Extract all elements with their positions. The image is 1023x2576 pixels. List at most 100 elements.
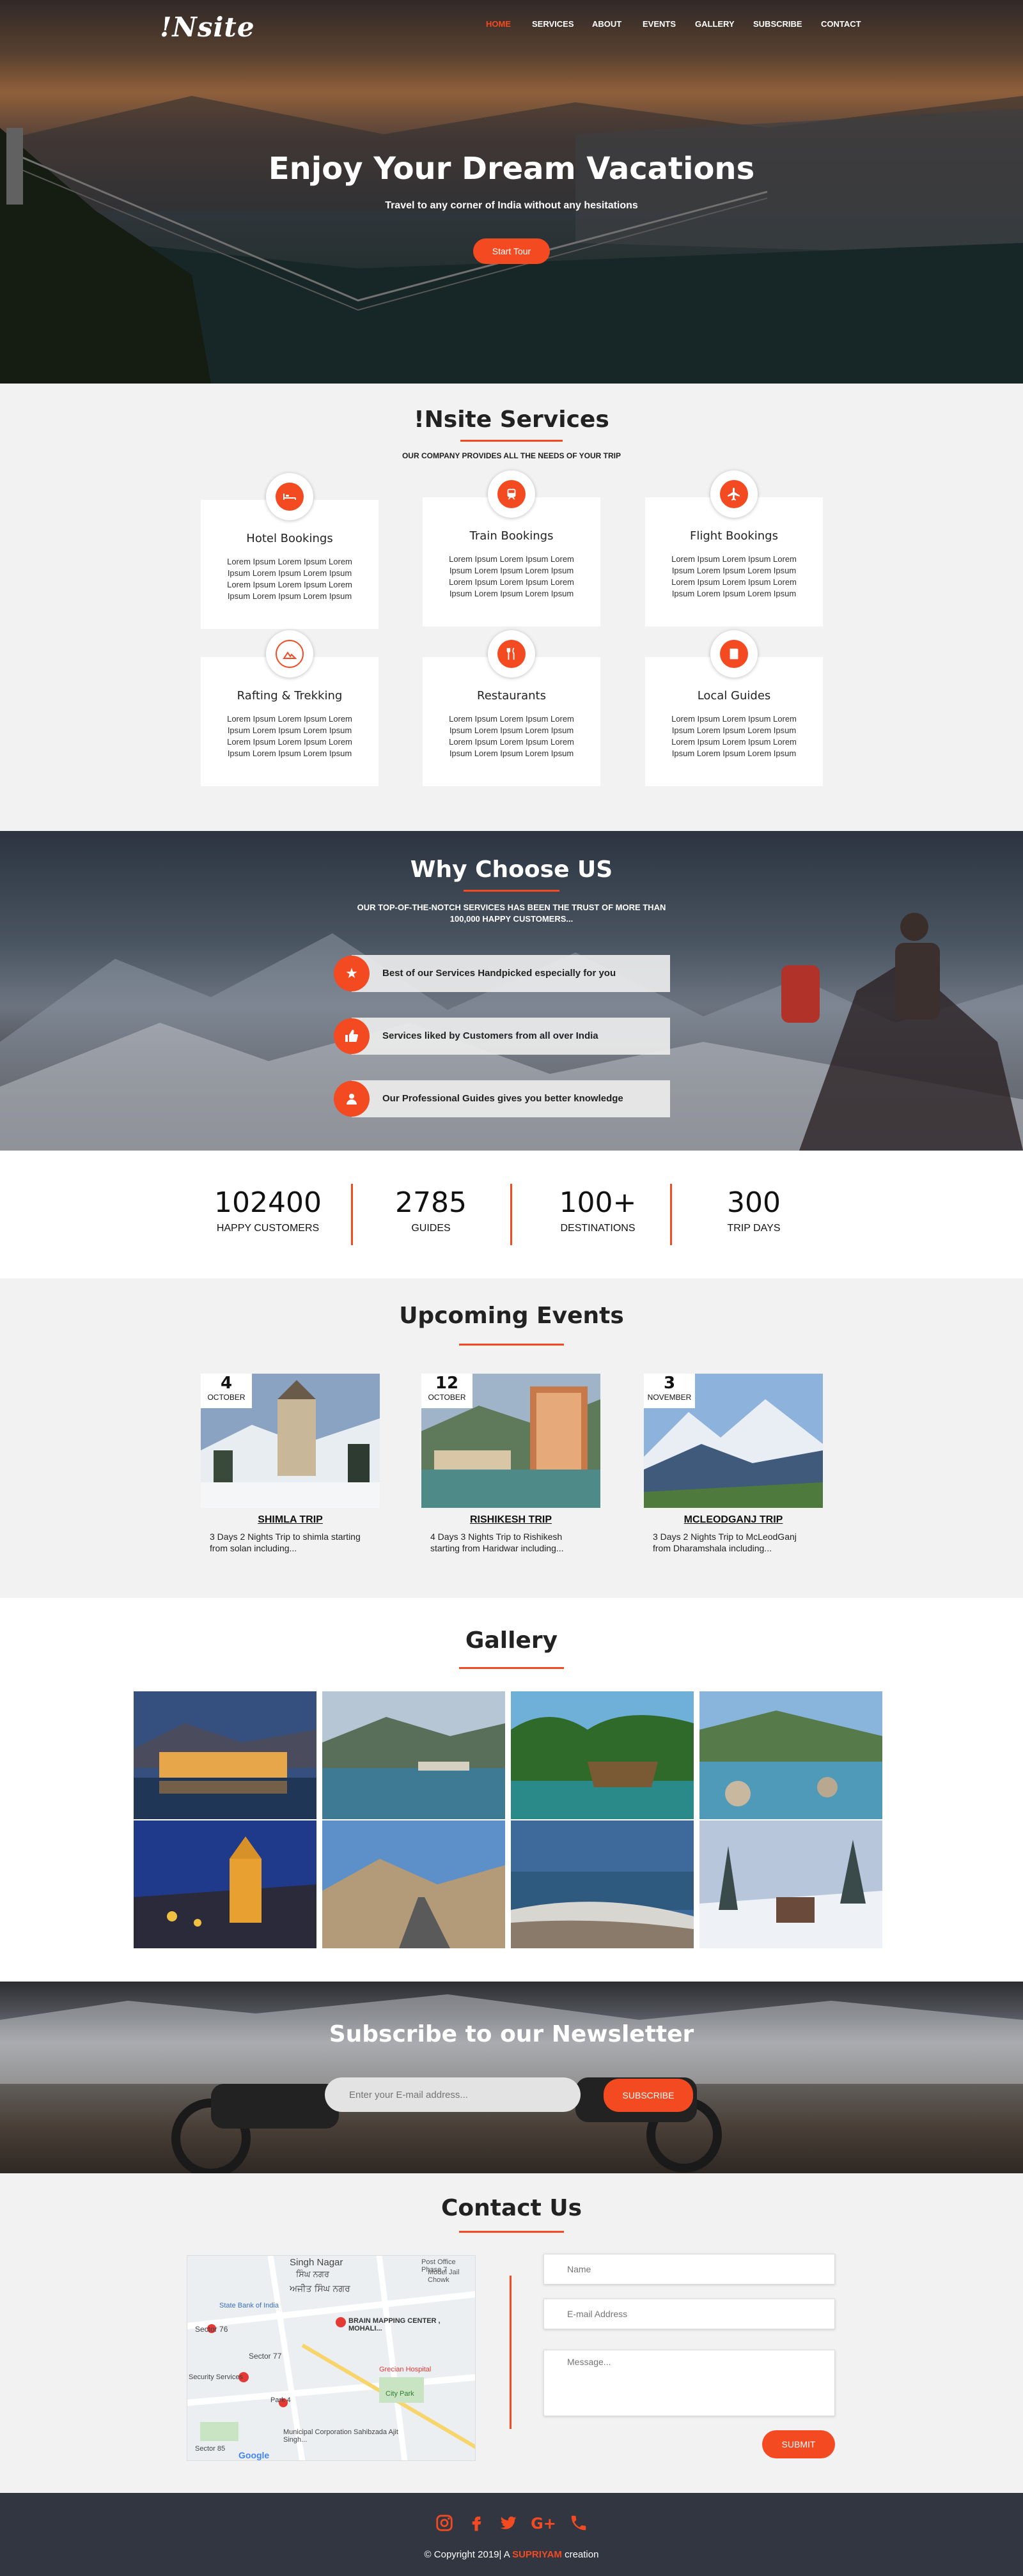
map-label: State Bank of India (219, 2302, 279, 2309)
service-card-title: Local Guides (697, 689, 771, 702)
gallery-image-kerala[interactable] (511, 1691, 694, 1819)
google-logo: Google (238, 2450, 270, 2460)
service-icon-wrap (488, 630, 535, 678)
gallery-image-lake[interactable] (322, 1691, 505, 1819)
why-item: Our Professional Guides gives you better… (334, 1080, 670, 1117)
why-item-bar: Best of our Services Handpicked especial… (352, 955, 670, 992)
instagram-icon[interactable] (435, 2513, 454, 2537)
nav-link-about[interactable]: ABOUT (592, 19, 621, 29)
subscribe-button[interactable]: SUBSCRIBE (604, 2079, 693, 2112)
event-desc: 3 Days 2 Nights Trip to McLeodGanj from … (653, 1532, 797, 1553)
main-nav: HOME SERVICES ABOUT EVENTS GALLERY SUBSC… (0, 0, 1023, 38)
map-label: Sector 77 (249, 2352, 282, 2361)
stat-happy-customers: 102400 HAPPY CUSTOMERS (188, 1186, 348, 1234)
newsletter-title: Subscribe to our Newsletter (329, 2021, 694, 2047)
service-card-rafting[interactable]: Rafting & Trekking Lorem Ipsum Lorem Ips… (201, 630, 379, 786)
event-day: 4 (220, 1374, 233, 1393)
gallery-image-ladakh-road[interactable] (322, 1820, 505, 1948)
email-field[interactable] (543, 2299, 835, 2329)
service-icon-wrap (710, 630, 758, 678)
service-card-hotel[interactable]: Hotel Bookings Lorem Ipsum Lorem Ipsum L… (201, 473, 379, 629)
event-title[interactable]: MCLEODGANJ TRIP (644, 1514, 823, 1526)
nav-link-contact[interactable]: CONTACT (821, 19, 861, 29)
event-title[interactable]: SHIMLA TRIP (201, 1514, 380, 1526)
event-card-rishikesh[interactable]: 12 OCTOBER RISHIKESH TRIP 4 Days 3 Nights… (421, 1374, 600, 1554)
event-date-badge: 12 OCTOBER (421, 1374, 472, 1408)
stat-value: 2785 (395, 1186, 467, 1219)
gallery-image-snow[interactable] (699, 1820, 882, 1948)
thumbs-up-icon (334, 1018, 370, 1054)
why-item: Best of our Services Handpicked especial… (334, 955, 670, 992)
stats-section: 102400 HAPPY CUSTOMERS 2785 GUIDES 100+ DES… (0, 1151, 1023, 1278)
stat-label: HAPPY CUSTOMERS (216, 1223, 320, 1234)
service-card-text: Lorem Ipsum Lorem Ipsum Lorem Ipsum Lore… (671, 554, 797, 598)
nav-link-home[interactable]: HOME (486, 19, 511, 29)
stat-label: TRIP DAYS (727, 1223, 781, 1234)
contact-title: Contact Us (441, 2195, 582, 2221)
map-label: ਅਜੀਤ ਸਿੰਘ ਨਗਰ (290, 2284, 350, 2294)
service-card-text: Lorem Ipsum Lorem Ipsum Lorem Ipsum Lore… (227, 714, 352, 758)
why-item-bar: Services liked by Customers from all ove… (352, 1018, 670, 1055)
service-card-guides[interactable]: Local Guides Lorem Ipsum Lorem Ipsum Lor… (645, 630, 823, 786)
stat-label: GUIDES (411, 1223, 451, 1234)
nav-link-services[interactable]: SERVICES (532, 19, 574, 29)
twitter-icon[interactable] (499, 2513, 518, 2537)
stat-label: DESTINATIONS (560, 1223, 636, 1234)
map-label: Model Jail Chowk (428, 2269, 460, 2284)
gallery-image-jal-mahal[interactable] (134, 1691, 316, 1819)
map-label: Security Services (189, 2373, 243, 2381)
map-label: BRAIN MAPPING CENTER , MOHALI... (348, 2317, 441, 2332)
event-card-shimla[interactable]: 4 OCTOBER SHIMLA TRIP 3 Days 2 Nights Tri… (201, 1374, 380, 1554)
event-date-badge: 3 NOVEMBER (644, 1374, 695, 1408)
plane-icon (720, 480, 748, 508)
gallery-image-shimla-night[interactable] (134, 1820, 316, 1948)
contact-title-underline (459, 2231, 564, 2233)
map-label: Sector 85 (195, 2445, 226, 2453)
why-title-underline (464, 890, 559, 892)
nav-link-gallery[interactable]: GALLERY (695, 19, 735, 29)
gallery-title: Gallery (465, 1627, 558, 1654)
stat-guides: 2785 GUIDES (351, 1186, 511, 1234)
copyright-brand[interactable]: SUPRIYAM (512, 2549, 562, 2560)
stat-divider (510, 1184, 512, 1245)
map-label: Park 4 (270, 2396, 291, 2404)
gallery-image-beach[interactable] (511, 1820, 694, 1948)
service-card-train[interactable]: Train Bookings Lorem Ipsum Lorem Ipsum L… (423, 470, 600, 626)
map-label: Grecian Hospital (379, 2366, 432, 2373)
event-month: OCTOBER (428, 1393, 466, 1402)
service-card-title: Train Bookings (469, 529, 554, 543)
event-date-badge: 4 OCTOBER (201, 1374, 252, 1408)
service-card-flight[interactable]: Flight Bookings Lorem Ipsum Lorem Ipsum … (645, 470, 823, 626)
gallery-image-river[interactable] (699, 1691, 882, 1819)
services-subtitle: OUR COMPANY PROVIDES ALL THE NEEDS OF YO… (402, 451, 621, 460)
submit-button[interactable]: SUBMIT (762, 2430, 835, 2458)
stat-value: 102400 (214, 1186, 322, 1219)
name-field[interactable] (543, 2254, 835, 2285)
google-plus-icon[interactable]: G+ (531, 2513, 556, 2537)
map-label: Sector 76 (195, 2325, 228, 2334)
service-card-restaurants[interactable]: Restaurants Lorem Ipsum Lorem Ipsum Lore… (423, 630, 600, 786)
phone-icon[interactable] (569, 2513, 588, 2537)
service-card-title: Hotel Bookings (246, 532, 333, 545)
start-tour-button[interactable]: Start Tour (473, 238, 550, 264)
event-card-mcleodganj[interactable]: 3 NOVEMBER MCLEODGANJ TRIP 3 Days 2 Night… (644, 1374, 823, 1554)
stat-divider (670, 1184, 672, 1245)
copyright-suffix: creation (565, 2549, 599, 2560)
hero-subtitle: Travel to any corner of India without an… (385, 200, 638, 211)
service-card-text: Lorem Ipsum Lorem Ipsum Lorem Ipsum Lore… (227, 557, 352, 601)
facebook-icon[interactable] (467, 2513, 486, 2537)
nav-link-subscribe[interactable]: SUBSCRIBE (753, 19, 802, 29)
location-map[interactable]: Singh Nagar ਸਿੰਘ ਨਗਰ ਅਜੀਤ ਸਿੰਘ ਨਗਰ Post … (187, 2255, 476, 2461)
stat-trip-days: 300 TRIP DAYS (674, 1186, 834, 1234)
event-image: 4 OCTOBER (201, 1374, 380, 1508)
service-card-title: Restaurants (477, 689, 546, 702)
why-item: Services liked by Customers from all ove… (334, 1018, 670, 1055)
message-field[interactable] (543, 2350, 835, 2416)
service-icon-wrap (266, 630, 313, 678)
event-title[interactable]: RISHIKESH TRIP (421, 1514, 600, 1526)
map-label: City Park (386, 2390, 414, 2398)
user-icon (334, 1081, 370, 1117)
newsletter-email-input[interactable] (325, 2077, 581, 2112)
nav-link-events[interactable]: EVENTS (643, 19, 676, 29)
services-title-underline (460, 440, 563, 442)
